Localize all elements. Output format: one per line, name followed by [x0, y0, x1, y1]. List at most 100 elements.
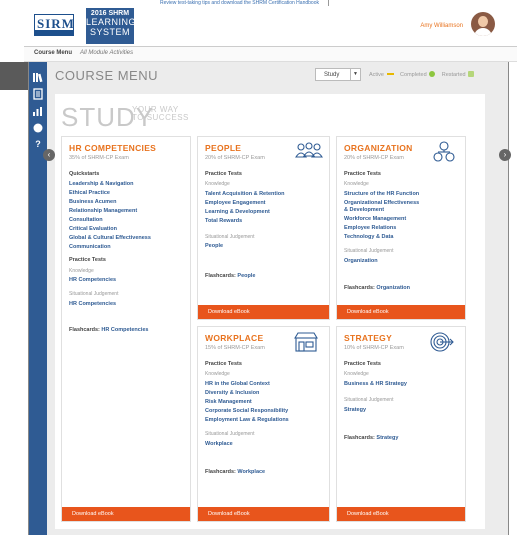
sirm-logo-bar — [35, 30, 73, 35]
link-knowledge-test[interactable]: Employee Relations — [344, 225, 396, 231]
link-situational-test[interactable]: HR Competencies — [69, 301, 116, 307]
storefront-icon — [294, 332, 318, 352]
knowledge-label: Knowledge — [205, 371, 230, 377]
card-title: HR COMPETENCIES — [69, 143, 157, 153]
pencil-icon — [386, 73, 394, 75]
left-panel-tab[interactable] — [0, 62, 28, 90]
link-knowledge-test[interactable]: Learning & Development — [205, 209, 270, 215]
tab-all-module-activities[interactable]: All Module Activities — [80, 50, 133, 56]
learning-system-logo[interactable]: 2016 SHRM LEARNING SYSTEM — [86, 8, 137, 44]
card-subtitle: 20% of SHRM-CP Exam — [344, 155, 404, 161]
study-mode-select[interactable]: Study ▼ — [315, 68, 361, 81]
download-ebook-button[interactable]: Download eBook — [62, 507, 190, 521]
link-quickstart[interactable]: Ethical Practice — [69, 190, 110, 196]
org-chart-icon — [433, 141, 455, 162]
avatar[interactable] — [471, 12, 495, 36]
user-name[interactable]: Amy Williamson — [420, 23, 463, 29]
link-flashcards[interactable]: Workplace — [237, 469, 265, 475]
link-knowledge-test[interactable]: Organizational Effectiveness — [344, 200, 419, 206]
flashcards-row: Flashcards: Organization — [344, 285, 410, 291]
situational-judgement-label: Situational Judgement — [344, 397, 394, 403]
tab-course-menu[interactable]: Course Menu — [34, 50, 72, 56]
check-circle-icon — [429, 71, 436, 77]
card-hr-competencies: HR COMPETENCIES 35% of SHRM-CP Exam Quic… — [61, 136, 191, 522]
link-knowledge-test[interactable]: HR in the Global Context — [205, 381, 270, 387]
legend-active-label: Active — [369, 72, 384, 78]
card-strategy: STRATEGY 10% of SHRM-CP Exam Practice Te… — [336, 326, 466, 522]
link-knowledge-test[interactable]: HR Competencies — [69, 277, 116, 283]
link-knowledge-test[interactable]: Structure of the HR Function — [344, 191, 419, 197]
sub-navigation: Course Menu All Module Activities — [24, 46, 517, 62]
link-flashcards[interactable]: Organization — [376, 285, 410, 291]
card-subtitle: 20% of SHRM-CP Exam — [205, 155, 265, 161]
link-knowledge-test[interactable]: Total Rewards — [205, 218, 242, 224]
link-knowledge-test[interactable]: Risk Management — [205, 399, 252, 405]
study-mode-value: Study — [324, 72, 340, 78]
link-flashcards[interactable]: HR Competencies — [101, 327, 148, 333]
carousel-next-button[interactable]: › — [499, 149, 511, 161]
practice-tests-heading: Practice Tests — [344, 171, 381, 177]
download-ebook-button[interactable]: Download eBook — [337, 507, 465, 521]
card-people: PEOPLE 20% of SHRM-CP Exam Practice Test… — [197, 136, 330, 320]
link-knowledge-test[interactable]: & Development — [344, 207, 384, 213]
bar-chart-icon[interactable] — [32, 105, 44, 117]
card-subtitle: 10% of SHRM-CP Exam — [344, 345, 404, 351]
card-title: ORGANIZATION — [344, 143, 413, 153]
link-quickstart[interactable]: Relationship Management — [69, 208, 137, 214]
practice-tests-heading: Practice Tests — [205, 171, 242, 177]
circle-icon[interactable] — [32, 122, 44, 134]
link-flashcards[interactable]: Strategy — [376, 435, 398, 441]
main-area: COURSE MENU Study ▼ Active Completed Res… — [43, 62, 511, 535]
link-knowledge-test[interactable]: Employment Law & Regulations — [205, 417, 289, 423]
sidebar: ? — [29, 62, 47, 535]
logo-line-1: LEARNING — [86, 17, 137, 27]
app-header: SIRM 2016 SHRM LEARNING SYSTEM Amy Willi… — [24, 6, 517, 46]
link-knowledge-test[interactable]: Diversity & Inclusion — [205, 390, 259, 396]
download-ebook-button[interactable]: Download eBook — [198, 305, 329, 319]
legend-restarted-label: Restarted — [441, 72, 466, 78]
link-situational-test[interactable]: Strategy — [344, 407, 366, 413]
download-ebook-button[interactable]: Download eBook — [198, 507, 329, 521]
card-subtitle: 15% of SHRM-CP Exam — [205, 345, 265, 351]
card-organization: ORGANIZATION 20% of SHRM-CP Exam Practic… — [336, 136, 466, 320]
link-quickstart[interactable]: Critical Evaluation — [69, 226, 117, 232]
card-title: STRATEGY — [344, 333, 393, 343]
flashcards-label: Flashcards: — [205, 469, 236, 475]
help-icon[interactable]: ? — [32, 138, 44, 150]
link-quickstart[interactable]: Leadership & Navigation — [69, 181, 134, 187]
link-quickstart[interactable]: Business Acumen — [69, 199, 116, 205]
link-flashcards[interactable]: People — [237, 273, 255, 279]
book-stack-icon[interactable] — [32, 71, 44, 83]
link-knowledge-test[interactable]: Corporate Social Responsibility — [205, 408, 288, 414]
knowledge-label: Knowledge — [344, 181, 369, 187]
link-knowledge-test[interactable]: Talent Acquisition & Retention — [205, 191, 284, 197]
link-quickstart[interactable]: Consultation — [69, 217, 103, 223]
flashcards-row: Flashcards: Strategy — [344, 435, 398, 441]
link-knowledge-test[interactable]: Workforce Management — [344, 216, 406, 222]
link-knowledge-test[interactable]: Business & HR Strategy — [344, 381, 407, 387]
link-situational-test[interactable]: People — [205, 243, 223, 249]
sirm-logo[interactable]: SIRM — [34, 14, 74, 36]
flashcards-label: Flashcards: — [69, 327, 100, 333]
flashcards-row: Flashcards: HR Competencies — [69, 327, 148, 333]
link-situational-test[interactable]: Workplace — [205, 441, 233, 447]
download-ebook-button[interactable]: Download eBook — [337, 305, 465, 319]
quickstarts-heading: Quickstarts — [69, 171, 100, 177]
page-title: COURSE MENU — [55, 68, 159, 83]
link-knowledge-test[interactable]: Employee Engagement — [205, 200, 266, 206]
link-situational-test[interactable]: Organization — [344, 258, 378, 264]
carousel-prev-button[interactable]: ‹ — [43, 149, 55, 161]
situational-judgement-label: Situational Judgement — [344, 248, 394, 254]
situational-judgement-label: Situational Judgement — [205, 234, 255, 240]
knowledge-label: Knowledge — [344, 371, 369, 377]
restart-icon — [468, 71, 475, 77]
tagline-line-2: TO SUCCESS — [132, 113, 189, 122]
link-quickstart[interactable]: Global & Cultural Effectiveness — [69, 235, 151, 241]
practice-tests-heading: Practice Tests — [69, 257, 106, 263]
link-knowledge-test[interactable]: Technology & Data — [344, 234, 393, 240]
practice-tests-heading: Practice Tests — [344, 361, 381, 367]
flashcards-row: Flashcards: People — [205, 273, 255, 279]
document-icon[interactable] — [32, 88, 44, 100]
chevron-down-icon[interactable]: ▼ — [350, 69, 360, 80]
link-quickstart[interactable]: Communication — [69, 244, 111, 250]
